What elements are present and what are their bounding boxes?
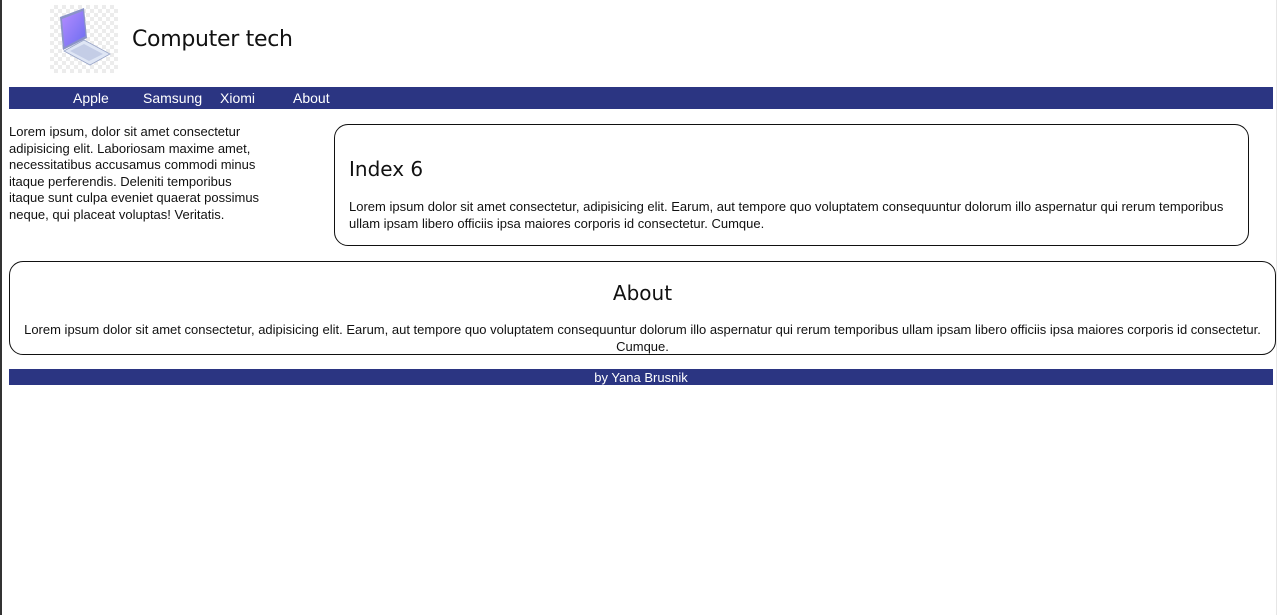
site-footer: by Yana Brusnik xyxy=(9,369,1273,385)
page-right-border xyxy=(1276,0,1277,615)
index-card-text: Lorem ipsum dolor sit amet consectetur, … xyxy=(349,199,1224,231)
about-card-title: About xyxy=(612,281,673,305)
footer-credit: by Yana Brusnik xyxy=(594,370,688,385)
page-left-border xyxy=(0,0,2,615)
nav-item-apple[interactable]: Apple xyxy=(73,90,109,106)
about-card-text: Lorem ipsum dolor sit amet consectetur, … xyxy=(24,322,1261,354)
site-header: Computer tech xyxy=(0,0,1280,86)
about-card: About Lorem ipsum dolor sit amet consect… xyxy=(9,261,1276,355)
nav-item-about[interactable]: About xyxy=(293,90,330,106)
main-nav: Apple Samsung Xiomi About xyxy=(9,87,1273,109)
nav-item-samsung[interactable]: Samsung xyxy=(143,90,202,106)
nav-item-xiomi[interactable]: Xiomi xyxy=(220,90,255,106)
sidebar-text: Lorem ipsum, dolor sit amet consectetur … xyxy=(9,124,260,222)
site-title: Computer tech xyxy=(132,27,293,52)
index-card-title: Index 6 xyxy=(349,157,424,181)
index-card: Index 6 Lorem ipsum dolor sit amet conse… xyxy=(334,124,1249,246)
laptop-icon[interactable] xyxy=(50,5,118,73)
